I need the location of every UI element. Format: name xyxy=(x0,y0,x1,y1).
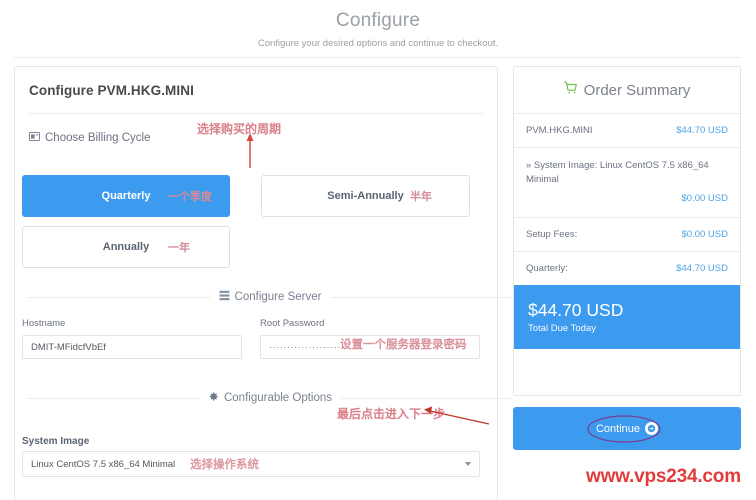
order-summary-config-line: » System Image: Linux CentOS 7.5 x86_64 … xyxy=(526,160,709,185)
site-watermark: www.vps234.com xyxy=(586,466,741,487)
order-summary-config-price: $0.00 USD xyxy=(681,193,728,204)
shopping-cart-icon xyxy=(563,81,578,99)
billing-cycle-semi-annually-button[interactable]: Semi-Annually xyxy=(261,175,470,217)
hostname-input[interactable]: DMIT-MFidcfVbEf xyxy=(22,335,242,359)
billing-cycle-annually-label: Annually xyxy=(102,241,150,253)
root-password-value: ···················· xyxy=(269,342,341,352)
heading-rule-right xyxy=(330,296,512,298)
configurable-options-heading: Configurable Options xyxy=(28,391,513,405)
gear-icon xyxy=(208,391,219,405)
server-icon xyxy=(219,290,230,304)
header-divider xyxy=(14,57,742,58)
arrow-right-circle-icon xyxy=(645,422,659,435)
configure-server-text: Configure Server xyxy=(234,291,322,303)
configure-panel-title: Configure PVM.HKG.MINI xyxy=(29,83,194,98)
order-summary-product-price: $44.70 USD xyxy=(676,125,728,136)
order-summary-setup-label: Setup Fees: xyxy=(526,229,578,240)
order-summary-setup-price: $0.00 USD xyxy=(681,229,728,240)
page-subtitle: Configure your desired options and conti… xyxy=(257,38,499,49)
annotation-choose-cycle: 选择购买的周期 xyxy=(197,122,282,136)
order-summary-setup-row: Setup Fees: $0.00 USD xyxy=(514,217,740,251)
order-summary-config-row: » System Image: Linux CentOS 7.5 x86_64 … xyxy=(514,147,740,217)
annotation-choose-os: 选择操作系统 xyxy=(190,457,259,471)
page-header: Configure Configure your desired options… xyxy=(0,0,756,50)
order-summary-cycle-label: Quarterly: xyxy=(526,263,568,274)
root-password-label: Root Password xyxy=(260,318,325,329)
billing-cycle-quarterly-label: Quarterly xyxy=(101,190,151,202)
configure-server-heading: Configure Server xyxy=(28,290,512,304)
order-summary-cycle-price: $44.70 USD xyxy=(676,263,728,274)
system-image-value: Linux CentOS 7.5 x86_64 Minimal xyxy=(31,458,176,470)
annotation-quarterly: 一个季度 xyxy=(168,190,212,203)
chevron-down-icon xyxy=(465,462,471,466)
heading-rule-left xyxy=(28,296,210,298)
hostname-field-group: Hostname DMIT-MFidcfVbEf xyxy=(22,318,242,359)
order-summary-total-caption: Total Due Today xyxy=(528,323,596,334)
hostname-label: Hostname xyxy=(22,318,66,329)
configure-page: Configure Configure your desired options… xyxy=(0,0,756,500)
order-summary-total-box: $44.70 USD Total Due Today xyxy=(514,285,740,349)
page-title: Configure xyxy=(335,10,421,31)
order-summary-total-amount: $44.70 USD xyxy=(528,300,624,320)
annotation-annually: 一年 xyxy=(168,241,190,254)
order-summary-title: Order Summary xyxy=(583,81,691,99)
hostname-value: DMIT-MFidcfVbEf xyxy=(31,341,106,353)
options-rule-left xyxy=(28,397,199,399)
system-image-label: System Image xyxy=(22,436,90,447)
annotation-semi-annually: 半年 xyxy=(410,190,432,203)
order-summary-cycle-row: Quarterly: $44.70 USD xyxy=(514,251,740,285)
order-summary-product-name: PVM.HKG.MINI xyxy=(526,125,593,136)
credit-card-icon xyxy=(29,132,40,144)
billing-cycle-semi-annually-label: Semi-Annually xyxy=(327,190,404,202)
choose-billing-cycle-text: Choose Billing Cycle xyxy=(45,132,151,144)
annotation-final-step: 最后点击进入下一步 xyxy=(337,407,446,421)
configure-panel-divider xyxy=(29,113,483,114)
configurable-options-text: Configurable Options xyxy=(223,392,333,404)
order-summary-product-row: PVM.HKG.MINI $44.70 USD xyxy=(514,113,740,147)
system-image-label-wrap: System Image xyxy=(22,431,89,449)
annotation-set-password: 设置一个服务器登录密码 xyxy=(340,337,467,351)
order-summary-panel: Order Summary PVM.HKG.MINI $44.70 USD » … xyxy=(513,66,741,396)
continue-button-label: Continue xyxy=(595,422,641,435)
continue-button[interactable]: Continue xyxy=(513,407,741,450)
order-summary-title-row: Order Summary xyxy=(514,67,740,113)
options-rule-right xyxy=(341,397,513,399)
billing-cycle-annually-button[interactable]: Annually xyxy=(22,226,230,268)
